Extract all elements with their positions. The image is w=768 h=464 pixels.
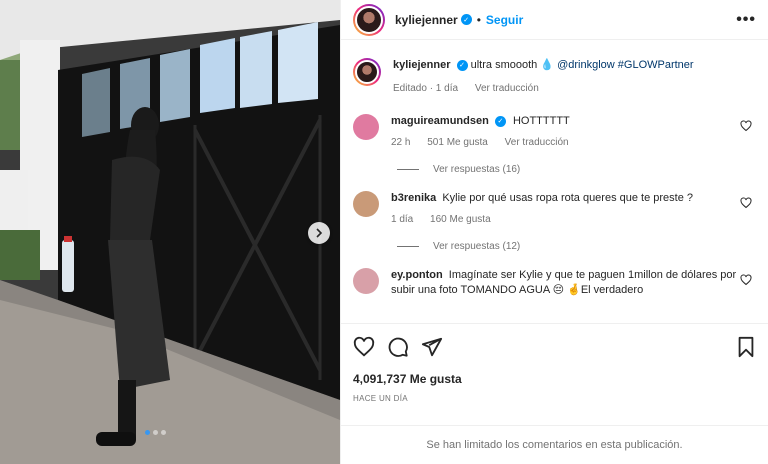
comment-body: maguireamundsen ✓ HOTTTTTT 22 h 501 Me g… <box>391 114 756 150</box>
post-panel: kyliejenner ✓ • Seguir ••• kyliejenner ✓… <box>340 0 768 464</box>
comment-body: ey.ponton Imagínate ser Kylie y que te p… <box>391 268 756 298</box>
caption-body: kyliejenner ✓ ultra smoooth 💧 @drinkglow… <box>393 58 756 96</box>
instagram-post-modal: kyliejenner ✓ • Seguir ••• kyliejenner ✓… <box>0 0 768 464</box>
carousel-dot <box>153 430 158 435</box>
caption-avatar[interactable] <box>353 58 381 86</box>
carousel-indicator <box>145 430 166 435</box>
photo-illustration <box>0 0 340 464</box>
comment-bubble-icon[interactable] <box>387 336 409 358</box>
author-username[interactable]: kyliejenner <box>395 13 458 27</box>
comment-meta: 22 h 501 Me gusta Ver traducción <box>391 135 756 150</box>
view-replies-label[interactable]: Ver respuestas (16) <box>433 164 520 175</box>
verified-badge-icon: ✓ <box>456 59 468 71</box>
separator-dot: • <box>476 12 481 27</box>
comment-body: b3renika Kylie por qué usas ropa rota qu… <box>391 191 756 227</box>
commenter-username[interactable]: ey.ponton <box>391 269 443 281</box>
comment-likes[interactable]: 160 Me gusta <box>430 214 491 225</box>
glow-drop-icon: 💧 <box>540 59 555 71</box>
post-actions: 4,091,737 Me gusta HACE UN DÍA <box>341 323 768 403</box>
view-replies-button[interactable]: Ver respuestas (12) <box>397 241 756 252</box>
comment-row: b3renika Kylie por qué usas ropa rota qu… <box>353 191 756 227</box>
commenter-avatar[interactable] <box>353 191 379 217</box>
replies-line <box>397 246 419 247</box>
comments-list: kyliejenner ✓ ultra smoooth 💧 @drinkglow… <box>341 46 768 322</box>
caption-username[interactable]: kyliejenner <box>393 59 450 71</box>
share-send-icon[interactable] <box>421 336 443 358</box>
comment-text: Kylie por qué usas ropa rota queres que … <box>442 192 694 204</box>
chevron-right-icon <box>316 228 323 238</box>
edited-time: Editado · 1 día <box>393 83 459 94</box>
comment-time: 1 día <box>391 214 414 225</box>
comment-row: maguireamundsen ✓ HOTTTTTT 22 h 501 Me g… <box>353 114 756 150</box>
post-date[interactable]: HACE UN DÍA <box>353 394 756 403</box>
comment-row: ey.ponton Imagínate ser Kylie y que te p… <box>353 268 756 298</box>
bookmark-save-icon[interactable] <box>736 336 756 358</box>
action-icons <box>353 334 756 360</box>
likes-count[interactable]: 4,091,737 Me gusta <box>353 372 756 386</box>
next-photo-button[interactable] <box>308 222 330 244</box>
follow-button[interactable]: Seguir <box>486 13 523 27</box>
like-heart-icon[interactable] <box>740 197 752 209</box>
carousel-dot <box>145 430 150 435</box>
caption-text: ultra smoooth <box>470 59 538 71</box>
commenter-username[interactable]: maguireamundsen <box>391 115 489 127</box>
replies-line <box>397 169 419 170</box>
like-heart-icon[interactable] <box>740 120 752 132</box>
translate-link[interactable]: Ver traducción <box>505 137 569 148</box>
comment-meta: 1 día 160 Me gusta <box>391 212 756 227</box>
caption-mention[interactable]: @drinkglow #GLOWPartner <box>557 59 694 71</box>
more-options-icon[interactable]: ••• <box>736 11 756 29</box>
caption-meta: Editado · 1 día Ver traducción <box>393 81 756 96</box>
view-replies-label[interactable]: Ver respuestas (12) <box>433 241 520 252</box>
verified-badge-icon: ✓ <box>494 115 506 127</box>
comment-text: HOTTTTTT <box>512 115 570 127</box>
like-heart-icon[interactable] <box>740 274 752 286</box>
caption-row: kyliejenner ✓ ultra smoooth 💧 @drinkglow… <box>353 58 756 96</box>
post-header: kyliejenner ✓ • Seguir ••• <box>341 0 768 40</box>
translate-link[interactable]: Ver traducción <box>475 83 539 94</box>
post-photo[interactable] <box>0 0 340 464</box>
commenter-avatar[interactable] <box>353 114 379 140</box>
commenter-avatar[interactable] <box>353 268 379 294</box>
comment-time: 22 h <box>391 137 411 148</box>
comments-limited-notice: Se han limitado los comentarios en esta … <box>341 425 768 464</box>
verified-badge-icon: ✓ <box>460 14 472 25</box>
commenter-username[interactable]: b3renika <box>391 192 436 204</box>
author-avatar[interactable] <box>353 3 385 36</box>
comment-likes[interactable]: 501 Me gusta <box>427 137 488 148</box>
comment-text: Imagínate ser Kylie y que te paguen 1mil… <box>391 269 737 296</box>
view-replies-button[interactable]: Ver respuestas (16) <box>397 164 756 175</box>
carousel-dot <box>161 430 166 435</box>
like-heart-icon[interactable] <box>353 336 375 358</box>
